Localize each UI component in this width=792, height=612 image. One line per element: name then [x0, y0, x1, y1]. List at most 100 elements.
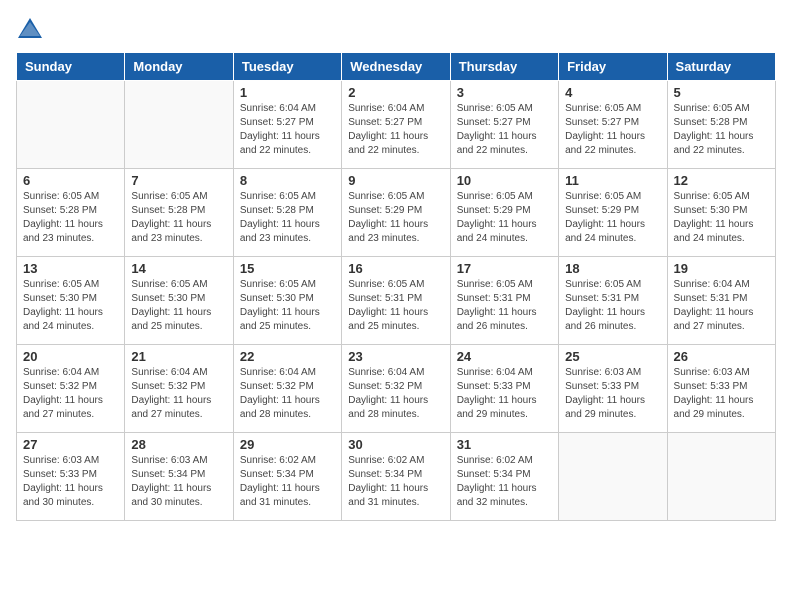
calendar-body: 1 Sunrise: 6:04 AM Sunset: 5:27 PM Daylig…	[17, 81, 776, 521]
calendar-cell: 7 Sunrise: 6:05 AM Sunset: 5:28 PM Daylig…	[125, 169, 233, 257]
day-info: Sunrise: 6:04 AM Sunset: 5:27 PM Dayligh…	[240, 102, 335, 158]
day-number: 7	[131, 173, 226, 188]
calendar-cell: 22 Sunrise: 6:04 AM Sunset: 5:32 PM Dayli…	[233, 345, 341, 433]
day-info: Sunrise: 6:05 AM Sunset: 5:27 PM Dayligh…	[457, 102, 552, 158]
day-info: Sunrise: 6:04 AM Sunset: 5:31 PM Dayligh…	[674, 278, 769, 334]
day-info: Sunrise: 6:05 AM Sunset: 5:29 PM Dayligh…	[457, 190, 552, 246]
calendar-cell	[125, 81, 233, 169]
calendar-cell: 24 Sunrise: 6:04 AM Sunset: 5:33 PM Dayli…	[450, 345, 558, 433]
day-info: Sunrise: 6:04 AM Sunset: 5:32 PM Dayligh…	[240, 366, 335, 422]
calendar-cell: 11 Sunrise: 6:05 AM Sunset: 5:29 PM Dayli…	[559, 169, 667, 257]
day-info: Sunrise: 6:03 AM Sunset: 5:33 PM Dayligh…	[674, 366, 769, 422]
week-row-1: 1 Sunrise: 6:04 AM Sunset: 5:27 PM Daylig…	[17, 81, 776, 169]
day-number: 16	[348, 261, 443, 276]
day-number: 21	[131, 349, 226, 364]
day-info: Sunrise: 6:05 AM Sunset: 5:27 PM Dayligh…	[565, 102, 660, 158]
calendar-cell: 20Sunrise: 6:04 AM Sunset: 5:32 PM Dayli…	[17, 345, 125, 433]
calendar-cell: 31Sunrise: 6:02 AM Sunset: 5:34 PM Dayli…	[450, 433, 558, 521]
day-info: Sunrise: 6:04 AM Sunset: 5:32 PM Dayligh…	[23, 366, 118, 422]
calendar-cell: 2 Sunrise: 6:04 AM Sunset: 5:27 PM Daylig…	[342, 81, 450, 169]
day-number: 8	[240, 173, 335, 188]
calendar-cell: 25 Sunrise: 6:03 AM Sunset: 5:33 PM Dayli…	[559, 345, 667, 433]
day-number: 18	[565, 261, 660, 276]
day-info: Sunrise: 6:05 AM Sunset: 5:28 PM Dayligh…	[23, 190, 118, 246]
day-number: 11	[565, 173, 660, 188]
day-info: Sunrise: 6:03 AM Sunset: 5:33 PM Dayligh…	[565, 366, 660, 422]
day-info: Sunrise: 6:05 AM Sunset: 5:30 PM Dayligh…	[674, 190, 769, 246]
day-number: 1	[240, 85, 335, 100]
day-number: 22	[240, 349, 335, 364]
day-number: 19	[674, 261, 769, 276]
day-info: Sunrise: 6:05 AM Sunset: 5:28 PM Dayligh…	[240, 190, 335, 246]
calendar-table: SundayMondayTuesdayWednesdayThursdayFrid…	[16, 52, 776, 521]
calendar-cell: 14 Sunrise: 6:05 AM Sunset: 5:30 PM Dayli…	[125, 257, 233, 345]
calendar-cell: 12 Sunrise: 6:05 AM Sunset: 5:30 PM Dayli…	[667, 169, 775, 257]
calendar-cell: 13Sunrise: 6:05 AM Sunset: 5:30 PM Dayli…	[17, 257, 125, 345]
calendar-cell: 28 Sunrise: 6:03 AM Sunset: 5:34 PM Dayli…	[125, 433, 233, 521]
day-info: Sunrise: 6:04 AM Sunset: 5:33 PM Dayligh…	[457, 366, 552, 422]
calendar-cell: 5 Sunrise: 6:05 AM Sunset: 5:28 PM Daylig…	[667, 81, 775, 169]
day-number: 30	[348, 437, 443, 452]
day-info: Sunrise: 6:05 AM Sunset: 5:31 PM Dayligh…	[457, 278, 552, 334]
day-info: Sunrise: 6:05 AM Sunset: 5:30 PM Dayligh…	[23, 278, 118, 334]
calendar-cell: 23 Sunrise: 6:04 AM Sunset: 5:32 PM Dayli…	[342, 345, 450, 433]
calendar-cell: 30 Sunrise: 6:02 AM Sunset: 5:34 PM Dayli…	[342, 433, 450, 521]
calendar-cell: 6 Sunrise: 6:05 AM Sunset: 5:28 PM Daylig…	[17, 169, 125, 257]
day-info: Sunrise: 6:04 AM Sunset: 5:32 PM Dayligh…	[348, 366, 443, 422]
calendar-cell: 10 Sunrise: 6:05 AM Sunset: 5:29 PM Dayli…	[450, 169, 558, 257]
day-info: Sunrise: 6:05 AM Sunset: 5:30 PM Dayligh…	[131, 278, 226, 334]
day-info: Sunrise: 6:03 AM Sunset: 5:34 PM Dayligh…	[131, 454, 226, 510]
day-number: 5	[674, 85, 769, 100]
day-info: Sunrise: 6:05 AM Sunset: 5:29 PM Dayligh…	[348, 190, 443, 246]
day-info: Sunrise: 6:05 AM Sunset: 5:28 PM Dayligh…	[131, 190, 226, 246]
week-row-2: 6 Sunrise: 6:05 AM Sunset: 5:28 PM Daylig…	[17, 169, 776, 257]
week-row-3: 13Sunrise: 6:05 AM Sunset: 5:30 PM Dayli…	[17, 257, 776, 345]
weekday-header-monday: Monday	[125, 53, 233, 81]
day-info: Sunrise: 6:04 AM Sunset: 5:27 PM Dayligh…	[348, 102, 443, 158]
day-number: 15	[240, 261, 335, 276]
day-info: Sunrise: 6:02 AM Sunset: 5:34 PM Dayligh…	[348, 454, 443, 510]
day-number: 14	[131, 261, 226, 276]
day-number: 23	[348, 349, 443, 364]
calendar-cell: 4 Sunrise: 6:05 AM Sunset: 5:27 PM Daylig…	[559, 81, 667, 169]
day-info: Sunrise: 6:05 AM Sunset: 5:28 PM Dayligh…	[674, 102, 769, 158]
calendar-cell: 18Sunrise: 6:05 AM Sunset: 5:31 PM Dayli…	[559, 257, 667, 345]
day-info: Sunrise: 6:03 AM Sunset: 5:33 PM Dayligh…	[23, 454, 118, 510]
day-number: 28	[131, 437, 226, 452]
day-number: 10	[457, 173, 552, 188]
calendar-cell: 15 Sunrise: 6:05 AM Sunset: 5:30 PM Dayli…	[233, 257, 341, 345]
calendar-cell	[559, 433, 667, 521]
calendar-cell: 26 Sunrise: 6:03 AM Sunset: 5:33 PM Dayli…	[667, 345, 775, 433]
day-number: 9	[348, 173, 443, 188]
calendar-cell: 16 Sunrise: 6:05 AM Sunset: 5:31 PM Dayli…	[342, 257, 450, 345]
calendar-cell: 21 Sunrise: 6:04 AM Sunset: 5:32 PM Dayli…	[125, 345, 233, 433]
calendar-cell: 19 Sunrise: 6:04 AM Sunset: 5:31 PM Dayli…	[667, 257, 775, 345]
day-info: Sunrise: 6:05 AM Sunset: 5:31 PM Dayligh…	[348, 278, 443, 334]
week-row-4: 20Sunrise: 6:04 AM Sunset: 5:32 PM Dayli…	[17, 345, 776, 433]
day-info: Sunrise: 6:05 AM Sunset: 5:29 PM Dayligh…	[565, 190, 660, 246]
day-number: 2	[348, 85, 443, 100]
calendar-cell: 3 Sunrise: 6:05 AM Sunset: 5:27 PM Daylig…	[450, 81, 558, 169]
day-number: 25	[565, 349, 660, 364]
calendar-cell: 9 Sunrise: 6:05 AM Sunset: 5:29 PM Daylig…	[342, 169, 450, 257]
day-info: Sunrise: 6:02 AM Sunset: 5:34 PM Dayligh…	[240, 454, 335, 510]
day-info: Sunrise: 6:02 AM Sunset: 5:34 PM Dayligh…	[457, 454, 552, 510]
weekday-header-thursday: Thursday	[450, 53, 558, 81]
day-number: 26	[674, 349, 769, 364]
weekday-header-sunday: Sunday	[17, 53, 125, 81]
day-number: 27	[23, 437, 118, 452]
day-info: Sunrise: 6:05 AM Sunset: 5:30 PM Dayligh…	[240, 278, 335, 334]
weekday-header-row: SundayMondayTuesdayWednesdayThursdayFrid…	[17, 53, 776, 81]
calendar-cell: 27 Sunrise: 6:03 AM Sunset: 5:33 PM Dayli…	[17, 433, 125, 521]
day-number: 3	[457, 85, 552, 100]
day-number: 4	[565, 85, 660, 100]
calendar-cell: 8 Sunrise: 6:05 AM Sunset: 5:28 PM Daylig…	[233, 169, 341, 257]
weekday-header-tuesday: Tuesday	[233, 53, 341, 81]
day-info: Sunrise: 6:04 AM Sunset: 5:32 PM Dayligh…	[131, 366, 226, 422]
weekday-header-wednesday: Wednesday	[342, 53, 450, 81]
day-number: 17	[457, 261, 552, 276]
day-number: 6	[23, 173, 118, 188]
day-number: 12	[674, 173, 769, 188]
day-number: 29	[240, 437, 335, 452]
day-number: 24	[457, 349, 552, 364]
